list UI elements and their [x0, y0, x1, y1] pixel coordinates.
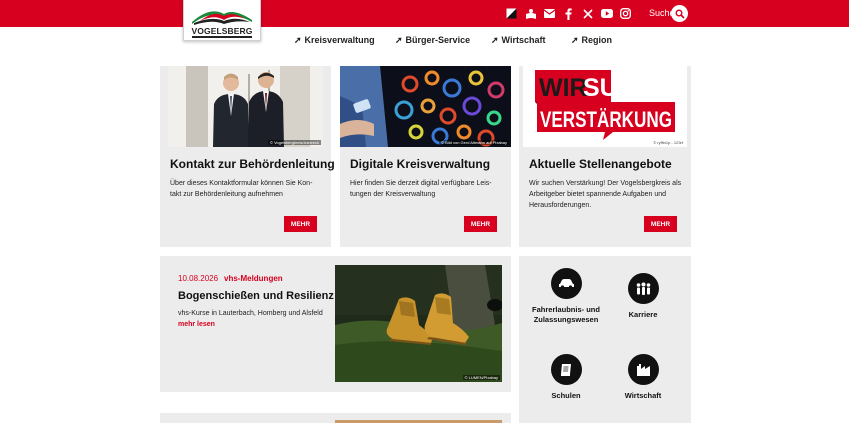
news-title[interactable]: Bogenschießen und Resilienz	[178, 290, 334, 302]
more-button[interactable]: MEHR	[464, 216, 497, 232]
facebook-icon[interactable]	[561, 6, 576, 21]
logo-text: VOGELSBERG	[191, 26, 253, 36]
nav-arrow-icon: ➚	[294, 35, 302, 45]
factory-icon	[627, 354, 659, 385]
easy-language-icon[interactable]	[523, 6, 538, 21]
news-category[interactable]: vhs-Meldungen	[224, 274, 283, 283]
nav-label: Region	[581, 35, 613, 45]
nav-arrow-icon: ➚	[571, 35, 579, 45]
quicklink-label: Schulen	[551, 391, 581, 400]
news-teaser-next	[160, 413, 511, 423]
people-icon	[627, 273, 659, 304]
card-description: Über dieses Kontaktformular können Sie K…	[170, 180, 313, 198]
card-digital-administration: © Bild von Gerd Altmann auf Pixabay Digi…	[340, 66, 511, 247]
youtube-icon[interactable]	[599, 6, 614, 21]
quicklink-karriere[interactable]: Karriere	[600, 273, 686, 320]
book-icon	[550, 354, 582, 385]
top-bar	[0, 0, 849, 27]
image-credit: © Bild von Gerd Altmann auf Pixabay	[439, 140, 509, 145]
quick-links-panel: Fahrerlaubnis- und Zulassungswesen Karri…	[519, 256, 691, 423]
card-contact-leadership: © Vogelsbergkreis/Asbeeck Kontakt zur Be…	[160, 66, 335, 247]
more-button[interactable]: MEHR	[644, 216, 677, 232]
banner-verstaerkung: VERSTÄRKUNG	[540, 107, 672, 132]
quicklink-schulen[interactable]: Schulen	[523, 354, 609, 401]
nav-label: Kreisverwaltung	[304, 35, 375, 45]
quicklink-label: Fahrerlaubnis- und Zulassungswesen	[532, 305, 600, 324]
card-title[interactable]: Digitale Kreisverwaltung	[350, 157, 490, 171]
quicklink-wirtschaft[interactable]: Wirtschaft	[600, 354, 686, 401]
card-description: Wir suchen Verstärkung! Der Vogelsbergkr…	[529, 180, 682, 209]
nav-arrow-icon: ➚	[395, 35, 403, 45]
logo-rule	[192, 36, 252, 38]
news-teaser: 10.08.2026 vhs-Meldungen Bogenschießen u…	[160, 256, 511, 392]
card-image-portrait: © Vogelsbergkreis/Asbeeck	[168, 66, 323, 147]
nav-wirtschaft[interactable]: ➚ Wirtschaft	[491, 35, 545, 46]
card-image-wir-suchen: WIR SUCHEN VERSTÄRKUNG © ryffin1p - 123r…	[523, 66, 687, 147]
card-job-offers: WIR SUCHEN VERSTÄRKUNG © ryffin1p - 123r…	[519, 66, 691, 247]
card-description: Hier finden Sie derzeit digital verfügba…	[350, 180, 492, 198]
nav-region[interactable]: ➚ Region	[571, 35, 612, 46]
banner-suchen: SUCHEN	[583, 74, 687, 102]
search-icon	[675, 9, 685, 19]
news-image-boots: © LUMEN/Pixabay	[335, 265, 502, 382]
instagram-icon[interactable]	[618, 6, 633, 21]
mail-icon[interactable]	[542, 6, 557, 21]
news-summary: vhs-Kurse in Lauterbach, Homberg und Als…	[178, 310, 323, 317]
image-credit: © ryffin1p - 123rf	[653, 140, 683, 145]
card-title[interactable]: Kontakt zur Behördenleitung	[170, 157, 335, 171]
social-links	[504, 6, 633, 21]
search-button[interactable]	[671, 5, 688, 22]
nav-arrow-icon: ➚	[491, 35, 499, 45]
logo-mark-icon	[192, 11, 252, 25]
nav-label: Bürger-Service	[405, 35, 471, 45]
site-logo[interactable]: VOGELSBERG	[183, 0, 261, 41]
image-credit: © Vogelsbergkreis/Asbeeck	[268, 140, 321, 145]
car-icon	[550, 268, 582, 299]
quicklink-label: Karriere	[628, 310, 658, 319]
more-button[interactable]: MEHR	[284, 216, 317, 232]
quicklink-label: Wirtschaft	[624, 391, 662, 400]
nav-kreisverwaltung[interactable]: ➚ Kreisverwaltung	[294, 35, 375, 46]
nav-buerger-service[interactable]: ➚ Bürger-Service	[395, 35, 470, 46]
quicklink-fahrerlaubnis[interactable]: Fahrerlaubnis- und Zulassungswesen	[523, 268, 609, 325]
image-credit: © LUMEN/Pixabay	[462, 375, 500, 380]
x-icon[interactable]	[580, 6, 595, 21]
read-more-link[interactable]: mehr lesen	[178, 321, 215, 328]
news-date: 10.08.2026	[178, 274, 219, 283]
contrast-icon[interactable]	[504, 6, 519, 21]
banner-wir: WIR	[539, 74, 588, 102]
card-title[interactable]: Aktuelle Stellenangebote	[529, 157, 672, 171]
card-image-gears: © Bild von Gerd Altmann auf Pixabay	[340, 66, 511, 147]
nav-label: Wirtschaft	[501, 35, 546, 45]
